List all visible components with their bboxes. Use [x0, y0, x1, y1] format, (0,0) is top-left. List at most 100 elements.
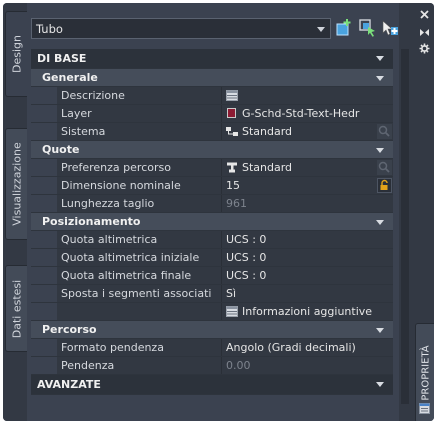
property-value: 0.00 — [222, 357, 393, 374]
property-value-text: Sì — [226, 287, 237, 300]
row-gutter — [31, 123, 57, 140]
property-row-pendenza[interactable]: Pendenza 0.00 — [31, 357, 393, 375]
table-icon[interactable] — [226, 90, 238, 101]
category-di-base[interactable]: DI BASE — [31, 49, 393, 69]
settings-icon[interactable] — [419, 43, 430, 54]
object-type-select[interactable]: Tubo — [31, 18, 331, 39]
chevron-down-icon[interactable] — [376, 148, 384, 153]
property-value-text: UCS : 0 — [226, 269, 267, 282]
close-icon[interactable] — [419, 9, 430, 20]
property-value-text: Standard — [242, 125, 293, 138]
property-name: Formato pendenza — [57, 339, 222, 356]
search-icon[interactable] — [377, 160, 392, 175]
chevron-down-icon[interactable] — [376, 220, 384, 225]
property-name — [57, 303, 222, 320]
property-name: Descrizione — [57, 87, 222, 104]
property-name-text: Pendenza — [61, 359, 115, 372]
property-value[interactable]: UCS : 0 — [222, 249, 393, 266]
property-value[interactable] — [222, 87, 393, 104]
chevron-down-icon[interactable] — [376, 328, 384, 333]
property-row-quota-altimetrica-finale[interactable]: Quota altimetrica finale UCS : 0 — [31, 267, 393, 285]
property-value[interactable]: G-Schd-Std-Text-Hedr — [222, 105, 393, 122]
additional-info-link[interactable]: Informazioni aggiuntive — [242, 305, 372, 318]
property-row-layer[interactable]: Layer G-Schd-Std-Text-Hedr — [31, 105, 393, 123]
property-name-text: Quota altimetrica finale — [61, 269, 192, 282]
property-row-quota-altimetrica[interactable]: Quota altimetrica UCS : 0 — [31, 231, 393, 249]
tab-design[interactable]: Design — [5, 11, 27, 97]
toggle-pickadd-icon[interactable] — [380, 18, 400, 38]
row-gutter — [31, 357, 57, 374]
property-row-lunghezza-taglio[interactable]: Lunghezza taglio 961 — [31, 195, 393, 213]
property-value[interactable]: Informazioni aggiuntive — [222, 303, 393, 320]
property-value[interactable]: Sì — [222, 285, 393, 302]
subcategory-label: Posizionamento — [42, 215, 141, 228]
subcategory-label: Quote — [42, 143, 80, 156]
category-avanzate[interactable]: AVANZATE — [31, 375, 393, 395]
search-icon[interactable] — [377, 124, 392, 139]
property-name-text: Lunghezza taglio — [61, 197, 155, 210]
chevron-down-icon[interactable] — [376, 382, 384, 387]
row-gutter — [31, 231, 57, 248]
property-name-text: Sposta i segmenti associati — [61, 287, 212, 300]
property-name: Quota altimetrica iniziale — [57, 249, 222, 266]
property-value-text: 961 — [226, 197, 247, 210]
lock-icon[interactable] — [377, 178, 392, 193]
property-row-descrizione[interactable]: Descrizione — [31, 87, 393, 105]
routing-preference-icon — [227, 162, 237, 173]
property-value-text: G-Schd-Std-Text-Hedr — [242, 107, 360, 120]
property-name: Quota altimetrica finale — [57, 267, 222, 284]
property-name-text: Formato pendenza — [61, 341, 164, 354]
row-gutter — [31, 159, 57, 176]
property-value[interactable]: Standard — [222, 123, 393, 140]
chevron-down-icon[interactable] — [376, 56, 384, 61]
tab-dati-estesi-label: Dati estesi — [10, 279, 23, 338]
property-row-quota-altimetrica-iniziale[interactable]: Quota altimetrica iniziale UCS : 0 — [31, 249, 393, 267]
row-gutter — [31, 339, 57, 356]
property-row-formato-pendenza[interactable]: Formato pendenza Angolo (Gradi decimali) — [31, 339, 393, 357]
vertical-scrollbar[interactable] — [401, 49, 409, 404]
property-value[interactable]: UCS : 0 — [222, 267, 393, 284]
chevron-down-icon[interactable] — [376, 76, 384, 81]
property-row-informazioni-aggiuntive[interactable]: Informazioni aggiuntive — [31, 303, 393, 321]
properties-palette-icon — [419, 403, 430, 414]
property-name: Pendenza — [57, 357, 222, 374]
subcategory-posizionamento[interactable]: Posizionamento — [31, 213, 393, 231]
property-row-sistema[interactable]: Sistema Standard — [31, 123, 393, 141]
property-grid: DI BASE Generale Descrizione Layer G-Sch… — [31, 49, 393, 395]
property-name: Sposta i segmenti associati — [57, 285, 222, 302]
property-value[interactable]: UCS : 0 — [222, 231, 393, 248]
row-gutter — [31, 195, 57, 212]
property-name: Lunghezza taglio — [57, 195, 222, 212]
tab-visualizzazione[interactable]: Visualizzazione — [5, 128, 27, 240]
subcategory-quote[interactable]: Quote — [31, 141, 393, 159]
property-value-text: Standard — [242, 161, 293, 174]
row-gutter — [31, 303, 57, 320]
property-value-text: UCS : 0 — [226, 233, 267, 246]
layer-color-swatch-icon — [227, 108, 236, 118]
tab-visualizzazione-label: Visualizzazione — [10, 142, 23, 226]
subcategory-label: Generale — [42, 71, 98, 84]
property-row-dimensione-nominale[interactable]: Dimensione nominale 15 — [31, 177, 393, 195]
property-value[interactable]: Standard — [222, 159, 393, 176]
add-selection-icon[interactable] — [335, 18, 355, 38]
category-label: DI BASE — [37, 52, 87, 65]
row-gutter — [31, 285, 57, 302]
tab-dati-estesi[interactable]: Dati estesi — [5, 265, 27, 352]
property-name-text: Layer — [61, 107, 92, 120]
property-name: Quota altimetrica — [57, 231, 222, 248]
table-icon[interactable] — [226, 306, 238, 317]
property-name: Dimensione nominale — [57, 177, 222, 194]
property-value[interactable]: 15 — [222, 177, 393, 194]
property-value: 961 — [222, 195, 393, 212]
property-name-text: Quota altimetrica iniziale — [61, 251, 200, 264]
row-gutter — [31, 105, 57, 122]
property-row-preferenza-percorso[interactable]: Preferenza percorso Standard — [31, 159, 393, 177]
quick-select-icon[interactable] — [358, 18, 378, 38]
property-name-text: Descrizione — [61, 89, 125, 102]
property-row-sposta-segmenti[interactable]: Sposta i segmenti associati Sì — [31, 285, 393, 303]
property-value[interactable]: Angolo (Gradi decimali) — [222, 339, 393, 356]
subcategory-generale[interactable]: Generale — [31, 69, 393, 87]
property-value-text: UCS : 0 — [226, 251, 267, 264]
autohide-icon[interactable] — [419, 27, 430, 38]
subcategory-percorso[interactable]: Percorso — [31, 321, 393, 339]
